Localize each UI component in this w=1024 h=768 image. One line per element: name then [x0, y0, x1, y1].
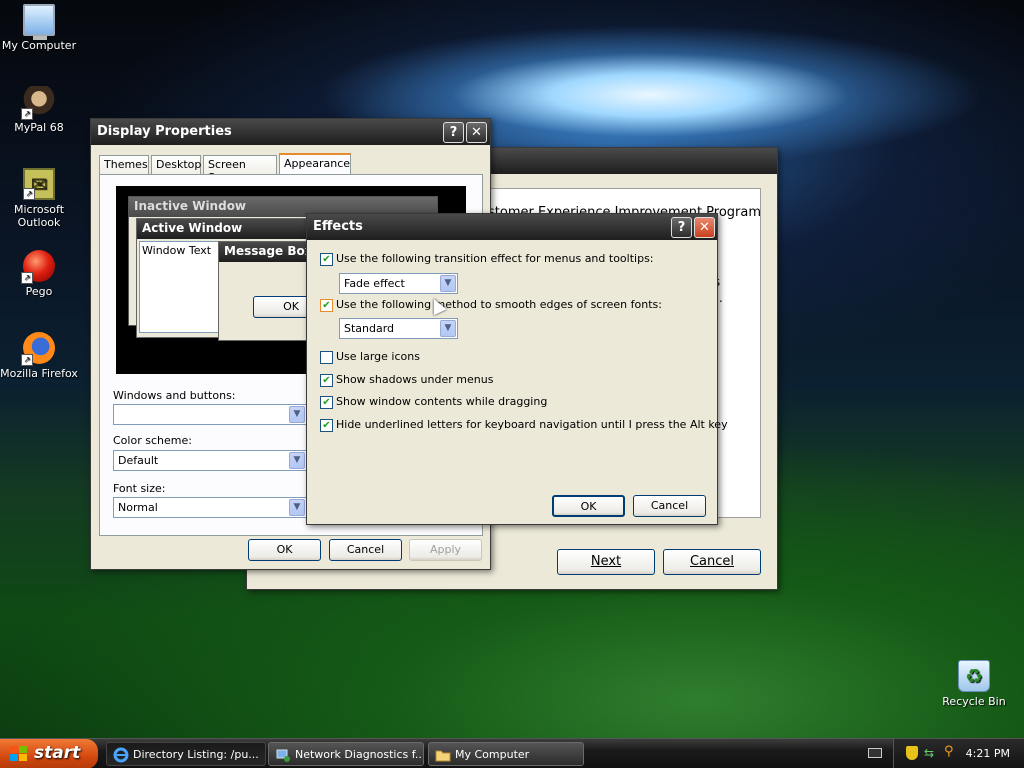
start-button[interactable]: start [0, 739, 98, 768]
checkbox-checked-icon[interactable] [320, 396, 333, 409]
desktop-icon-outlook[interactable]: Microsoft Outlook [0, 168, 78, 229]
desktop-icon-mypal[interactable]: MyPal 68 [0, 86, 78, 134]
windows-and-buttons-label: Windows and buttons: [113, 389, 236, 402]
desktop-icon-label: Microsoft Outlook [13, 203, 65, 229]
computer-icon [23, 4, 55, 40]
checkbox-checked-icon[interactable] [320, 253, 333, 266]
transition-effect-select[interactable]: Fade effect ▼ [339, 273, 458, 294]
display-properties-titlebar[interactable]: Display Properties ? ✕ [91, 119, 490, 145]
windows-and-buttons-select[interactable]: ▼ [113, 404, 307, 425]
firefox-icon [21, 332, 55, 366]
ok-button[interactable]: OK [552, 495, 625, 517]
mypal-icon [21, 86, 55, 120]
outlook-icon [23, 168, 55, 200]
keyboard-icon[interactable] [868, 748, 882, 758]
effects-titlebar[interactable]: Effects ? ✕ [307, 214, 717, 240]
taskbar-item-network-diagnostics[interactable]: Network Diagnostics f... [268, 742, 424, 766]
clock[interactable]: 4:21 PM [966, 747, 1010, 760]
security-shield-icon[interactable] [906, 746, 918, 760]
font-size-select[interactable]: Normal ▼ [113, 497, 307, 518]
color-scheme-select[interactable]: Default ▼ [113, 450, 307, 471]
desktop-icon-recycle-bin[interactable]: Recycle Bin [935, 660, 1013, 708]
checkbox-checked-icon[interactable] [320, 419, 333, 432]
network-icon[interactable]: ⇆ [924, 746, 938, 760]
desktop-icon-label: My Computer [1, 39, 77, 52]
chevron-down-icon[interactable]: ▼ [440, 320, 456, 337]
desktop-icon-pego[interactable]: Pego [0, 250, 78, 298]
network-diagnostics-icon [276, 749, 290, 762]
windows-flag-icon [10, 746, 27, 761]
apply-button[interactable]: Apply [409, 539, 482, 561]
checkbox-unchecked-icon[interactable] [320, 351, 333, 364]
wizard-cancel-button[interactable]: Cancel [663, 549, 761, 575]
preview-active-title: Active Window [137, 219, 325, 239]
ok-button[interactable]: OK [248, 539, 321, 561]
cancel-button[interactable]: Cancel [329, 539, 402, 561]
color-scheme-label: Color scheme: [113, 434, 192, 447]
system-tray: ⇆ ⚲ 4:21 PM [893, 739, 1024, 768]
tab-desktop[interactable]: Desktop [151, 155, 201, 174]
chevron-down-icon[interactable]: ▼ [289, 452, 305, 469]
folder-icon [435, 750, 451, 762]
preview-window-text: Window Text [142, 244, 212, 257]
desktop-icon-firefox[interactable]: Mozilla Firefox [0, 332, 78, 380]
cancel-button[interactable]: Cancel [633, 495, 706, 517]
start-label: start [34, 743, 81, 763]
chevron-down-icon[interactable]: ▼ [289, 499, 305, 516]
chevron-down-icon[interactable]: ▼ [440, 275, 456, 292]
checkbox-checked-icon[interactable] [320, 374, 333, 387]
desktop-icon-label: MyPal 68 [14, 121, 64, 134]
taskbar: start Directory Listing: /pu... Network … [0, 738, 1024, 768]
desktop-icon-label: Recycle Bin [942, 695, 1006, 708]
help-button[interactable]: ? [671, 217, 692, 238]
recycle-bin-icon [958, 660, 990, 692]
effects-dialog: Effects ? ✕ Use the following transition… [306, 213, 728, 525]
pego-icon [21, 250, 55, 284]
tab-themes[interactable]: Themes [99, 155, 149, 174]
wizard-next-button[interactable]: Next [557, 549, 655, 575]
taskbar-item-my-computer[interactable]: My Computer [428, 742, 584, 766]
window-title: Display Properties [97, 124, 232, 139]
help-button[interactable]: ? [443, 122, 464, 143]
desktop-icon-my-computer[interactable]: My Computer [0, 4, 78, 52]
tab-appearance[interactable]: Appearance [279, 153, 351, 175]
font-size-label: Font size: [113, 482, 166, 495]
checkbox-checked-icon[interactable] [320, 299, 333, 312]
chevron-down-icon[interactable]: ▼ [289, 406, 305, 423]
desktop-icon-label: Pego [25, 285, 53, 298]
dialog-title: Effects [313, 219, 363, 234]
search-icon[interactable]: ⚲ [944, 745, 958, 759]
taskbar-item-directory-listing[interactable]: Directory Listing: /pu... [106, 742, 266, 766]
close-button[interactable]: ✕ [466, 122, 487, 143]
smooth-fonts-select[interactable]: Standard ▼ [339, 318, 458, 339]
close-button[interactable]: ✕ [694, 217, 715, 238]
tab-screen-saver[interactable]: Screen Saver [203, 155, 277, 184]
desktop-icon-label: Mozilla Firefox [0, 367, 78, 380]
internet-explorer-icon [113, 747, 129, 763]
